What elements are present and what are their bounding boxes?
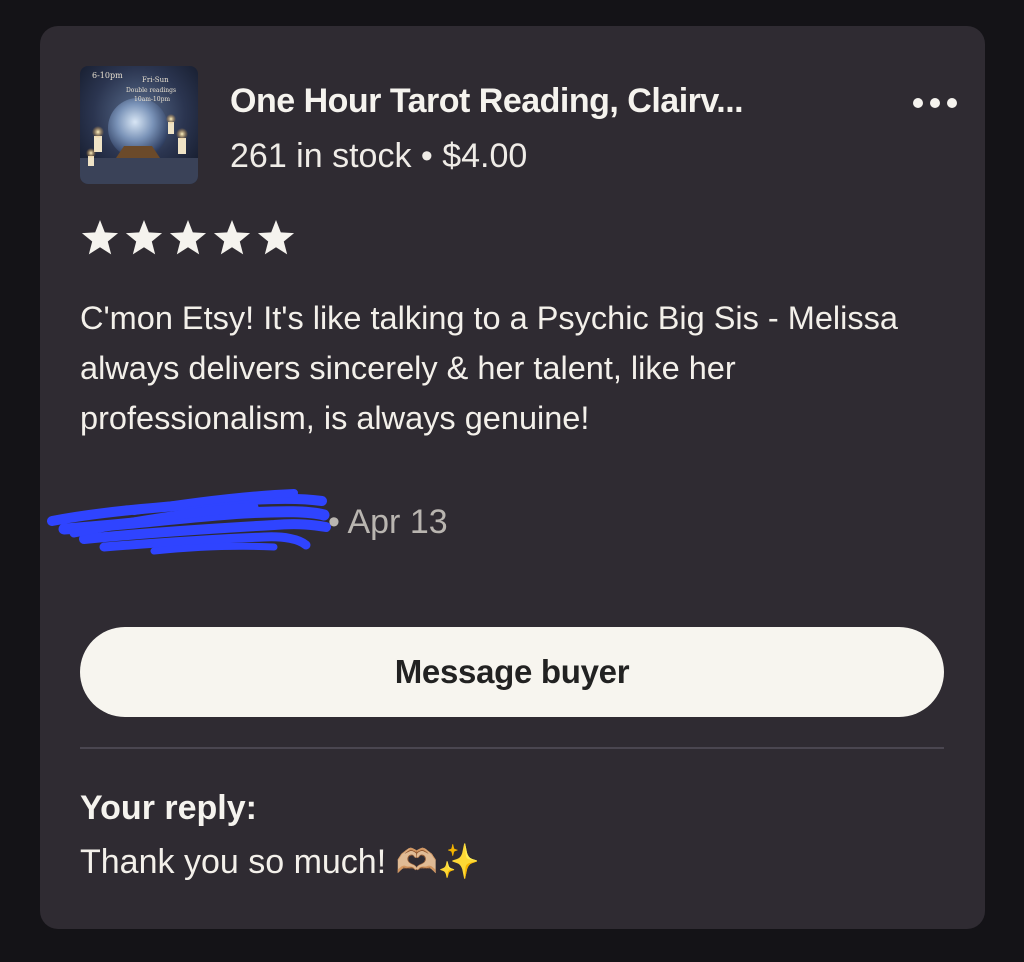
listing-header: 6-10pm Fri-Sun Double readings 10am-10pm… [80,66,957,186]
crystal-ball-image: 6-10pm Fri-Sun Double readings 10am-10pm [80,66,198,184]
redacted-name-scribble [47,489,331,555]
reply-text: Thank you so much! 🫶🏼✨ [80,843,481,881]
review-card: 6-10pm Fri-Sun Double readings 10am-10pm… [40,26,985,929]
listing-title[interactable]: One Hour Tarot Reading, Clairv... [230,82,744,121]
svg-text:10am-10pm: 10am-10pm [134,96,170,103]
message-buyer-button[interactable]: Message buyer [80,627,944,717]
svg-text:Double readings: Double readings [126,87,176,94]
review-date: • Apr 13 [328,503,448,541]
star-icon [168,218,208,258]
star-rating [80,218,296,258]
listing-thumbnail[interactable]: 6-10pm Fri-Sun Double readings 10am-10pm [80,66,198,184]
star-icon [256,218,296,258]
svg-text:Fri-Sun: Fri-Sun [142,76,169,84]
more-options-icon[interactable] [910,88,960,118]
star-icon [80,218,120,258]
divider [80,747,944,749]
star-icon [212,218,252,258]
svg-text:6-10pm: 6-10pm [92,71,123,80]
reply-label: Your reply: [80,789,257,827]
star-icon [124,218,164,258]
review-text: C'mon Etsy! It's like talking to a Psych… [80,300,898,436]
stock-price: 261 in stock • $4.00 [230,137,528,175]
review-meta: • Apr 13 [44,481,514,561]
